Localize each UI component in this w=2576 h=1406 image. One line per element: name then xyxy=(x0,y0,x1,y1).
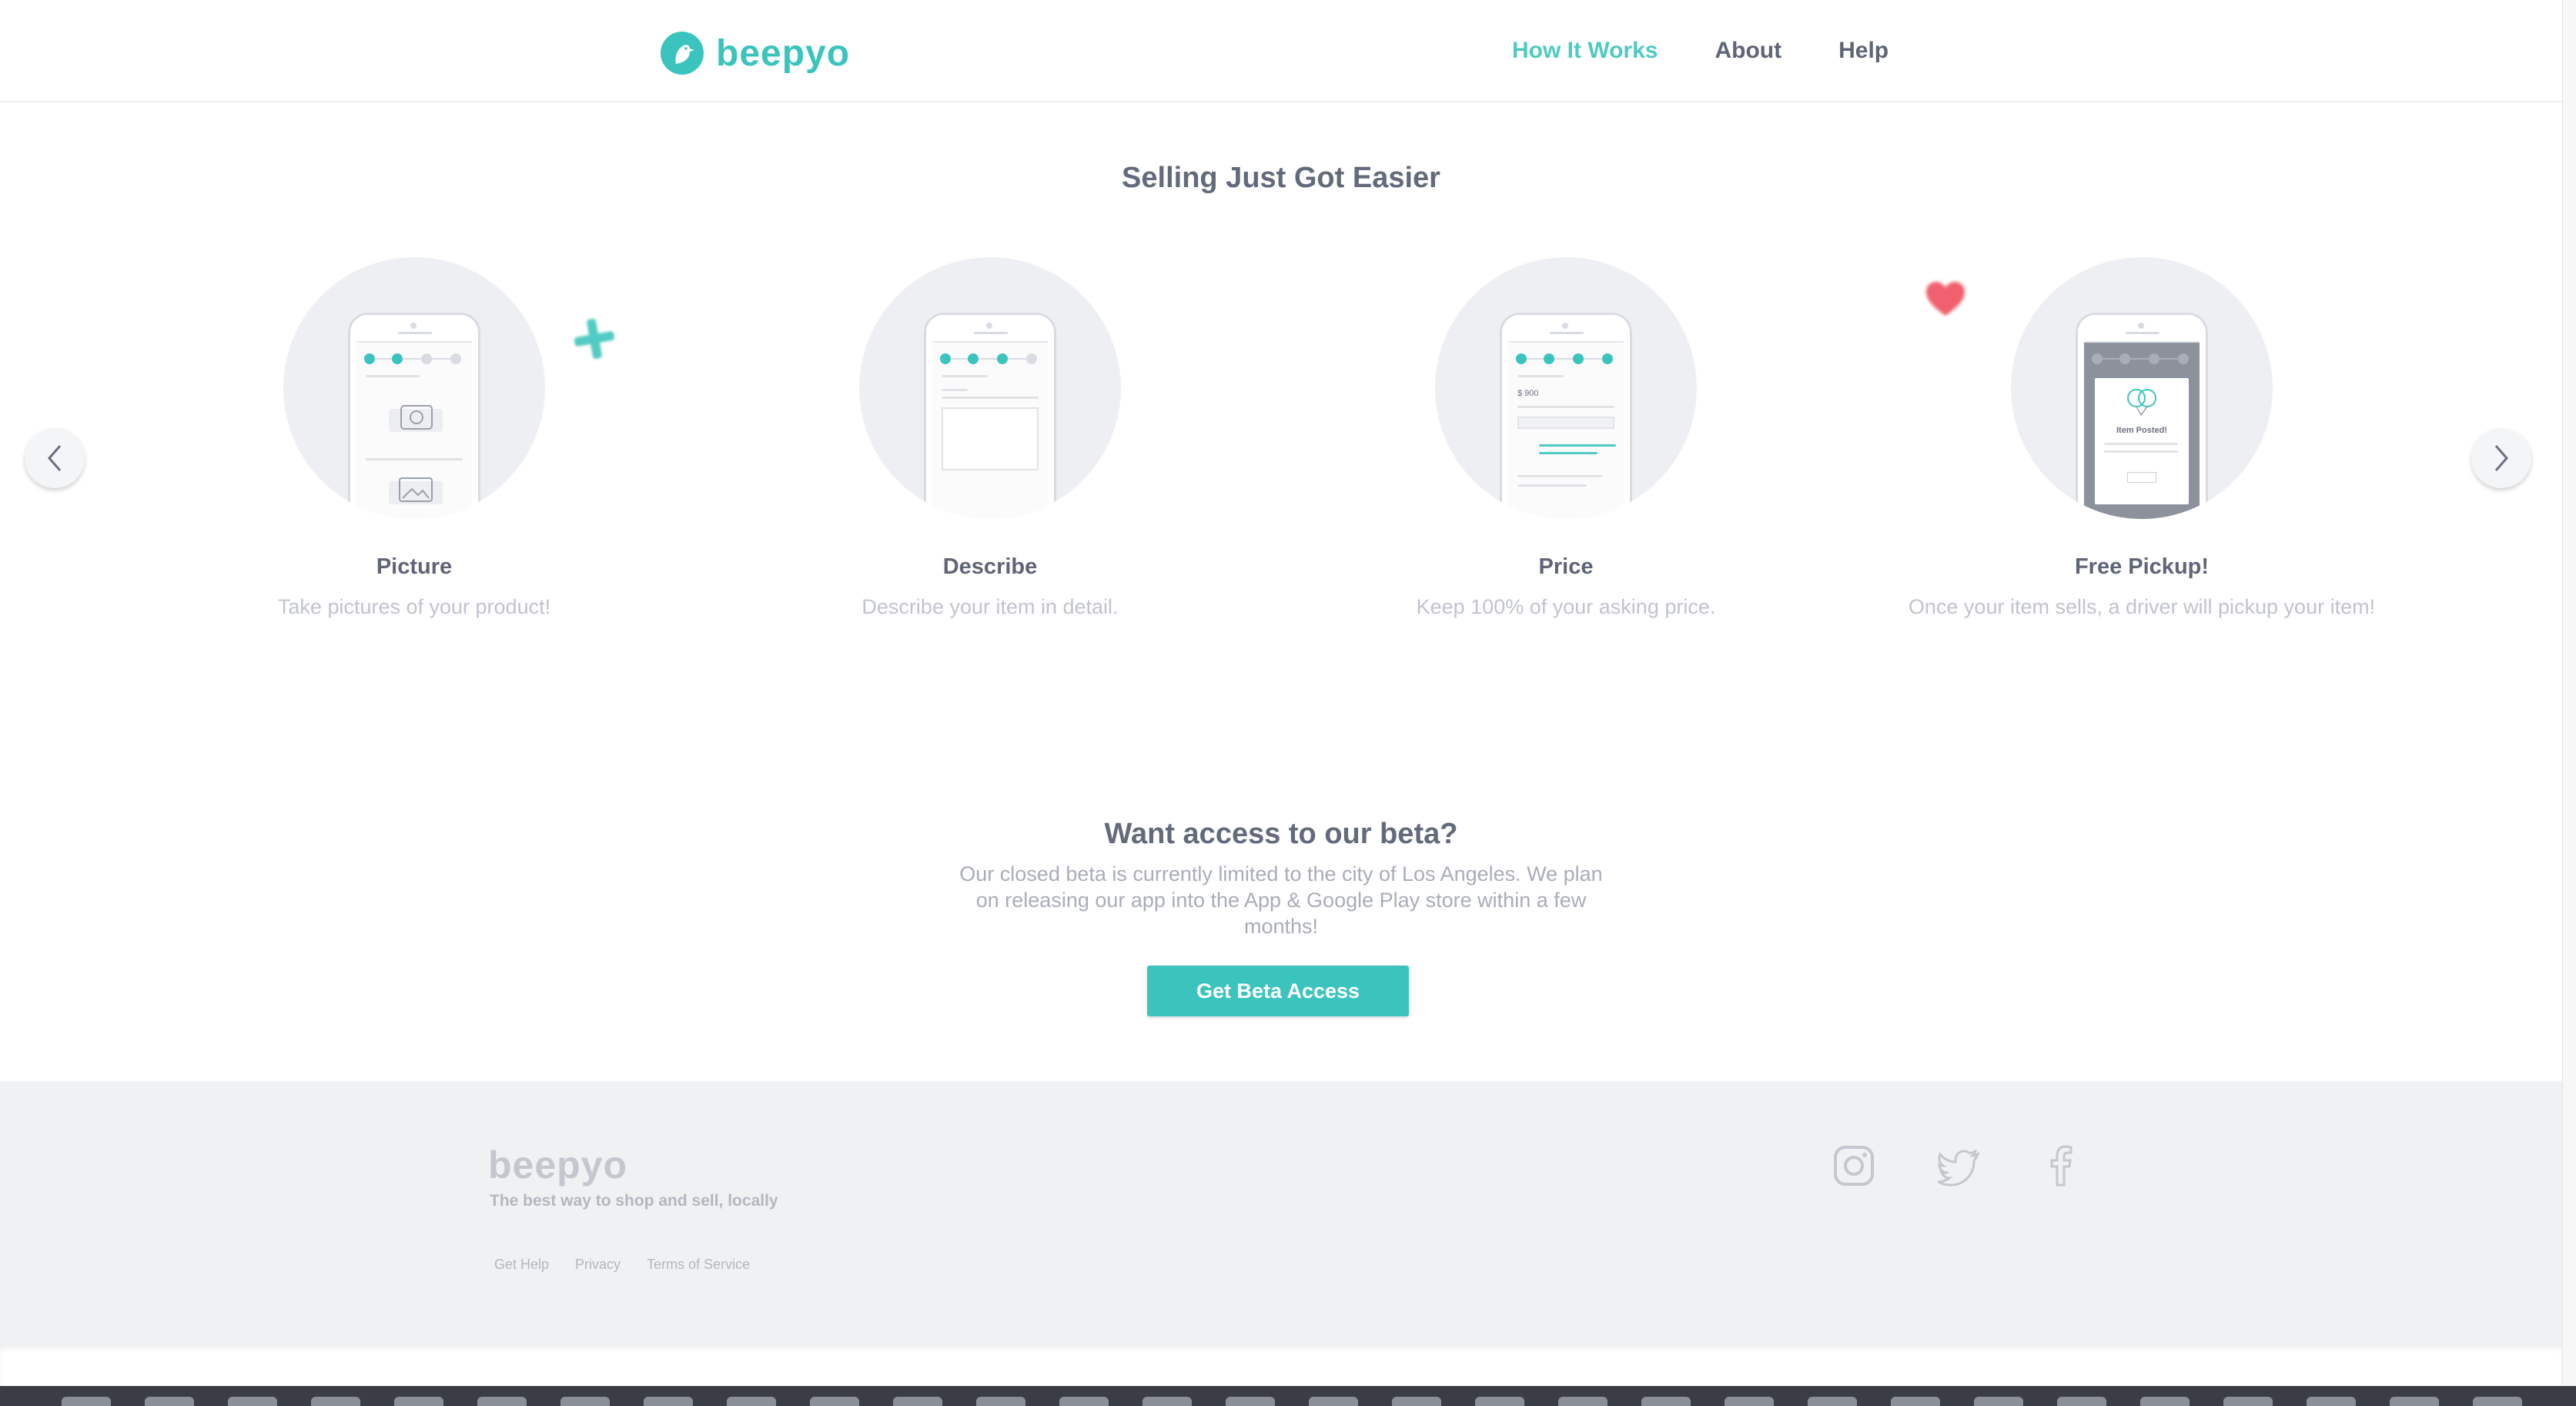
price-value: $ 900 xyxy=(1517,389,1539,398)
dock-app-icon[interactable] xyxy=(727,1397,776,1406)
site-footer: beepyo The best way to shop and sell, lo… xyxy=(0,1081,2562,1346)
dock-app-icon[interactable] xyxy=(2473,1397,2522,1406)
step-free-pickup: Item Posted! Free Pickup! Once your item… xyxy=(1872,257,2411,619)
beta-description: Our closed beta is currently limited to … xyxy=(959,862,1603,938)
phone-illustration xyxy=(283,257,545,519)
posted-card: Item Posted! xyxy=(2095,378,2189,504)
dock-app-icon[interactable] xyxy=(145,1397,194,1406)
dock-items xyxy=(62,1397,2522,1406)
footer-link-get-help[interactable]: Get Help xyxy=(494,1257,549,1273)
site-header: beepyo How It Works About Help xyxy=(0,0,2562,102)
phone-illustration xyxy=(859,257,1121,519)
phone-illustration: Item Posted! xyxy=(2011,257,2273,519)
os-dock xyxy=(0,1386,2576,1406)
twitter-link[interactable] xyxy=(1935,1141,1985,1190)
steps-carousel: Picture Take pictures of your product! D… xyxy=(0,257,2562,627)
dock-app-icon[interactable] xyxy=(810,1397,859,1406)
dock-app-icon[interactable] xyxy=(1475,1397,1524,1406)
dock-app-icon[interactable] xyxy=(311,1397,360,1406)
twitter-icon xyxy=(1938,1149,1980,1187)
facebook-icon xyxy=(2050,1145,2073,1187)
get-beta-access-button[interactable]: Get Beta Access xyxy=(1147,966,1409,1016)
step-title: Free Pickup! xyxy=(2074,554,2210,579)
nav-help[interactable]: Help xyxy=(1838,34,1889,68)
step-description: Once your item sells, a driver will pick… xyxy=(1908,595,2376,618)
dock-app-icon[interactable] xyxy=(560,1397,610,1406)
image-icon xyxy=(389,477,443,504)
beta-title: Want access to our beta? xyxy=(1104,818,1458,850)
step-description: Keep 100% of your asking price. xyxy=(1416,595,1716,618)
dock-app-icon[interactable] xyxy=(1891,1397,1940,1406)
dock-app-icon[interactable] xyxy=(2390,1397,2439,1406)
dock-app-icon[interactable] xyxy=(893,1397,942,1406)
dock-app-icon[interactable] xyxy=(2057,1397,2106,1406)
balloons-icon xyxy=(2127,389,2156,417)
dock-app-icon[interactable] xyxy=(1142,1397,1192,1406)
step-price: $ 900 Price Keep 100% of your asking pri… xyxy=(1296,257,1835,619)
logo[interactable]: beepyo xyxy=(661,29,850,77)
dock-app-icon[interactable] xyxy=(1641,1397,1691,1406)
dock-app-icon[interactable] xyxy=(1974,1397,2023,1406)
dock-app-icon[interactable] xyxy=(976,1397,1025,1406)
dock-app-icon[interactable] xyxy=(2140,1397,2190,1406)
facebook-link[interactable] xyxy=(2036,1141,2085,1190)
step-title: Price xyxy=(1538,554,1594,579)
instagram-icon xyxy=(1834,1146,1874,1186)
step-title: Describe xyxy=(942,554,1038,579)
step-description: Describe your item in detail. xyxy=(861,595,1119,618)
dock-app-icon[interactable] xyxy=(1059,1397,1109,1406)
bird-logo-icon xyxy=(661,32,704,75)
step-picture: Picture Take pictures of your product! xyxy=(145,257,684,619)
footer-link-privacy[interactable]: Privacy xyxy=(575,1257,621,1273)
dock-app-icon[interactable] xyxy=(2307,1397,2356,1406)
dock-app-icon[interactable] xyxy=(62,1397,111,1406)
main-nav: How It Works About Help xyxy=(1512,34,1889,68)
dock-app-icon[interactable] xyxy=(1725,1397,1774,1406)
footer-links: Get Help Privacy Terms of Service xyxy=(494,1257,750,1273)
dock-app-icon[interactable] xyxy=(1558,1397,1607,1406)
nav-how-it-works[interactable]: How It Works xyxy=(1512,34,1658,68)
dock-app-icon[interactable] xyxy=(2223,1397,2273,1406)
dock-app-icon[interactable] xyxy=(644,1397,693,1406)
step-title: Picture xyxy=(376,554,453,579)
nav-about[interactable]: About xyxy=(1715,34,1781,68)
vertical-scrollbar[interactable] xyxy=(2562,0,2576,1386)
camera-icon xyxy=(389,405,443,432)
footer-logo[interactable]: beepyo xyxy=(488,1143,627,1187)
step-describe: Describe Describe your item in detail. xyxy=(721,257,1260,619)
dock-app-icon[interactable] xyxy=(228,1397,277,1406)
footer-tagline: The best way to shop and sell, locally xyxy=(490,1192,778,1210)
page-bottom-strip xyxy=(0,1346,2562,1386)
page: beepyo How It Works About Help Selling J… xyxy=(0,0,2576,1406)
dock-app-icon[interactable] xyxy=(1226,1397,1275,1406)
dock-app-icon[interactable] xyxy=(1808,1397,1857,1406)
step-description: Take pictures of your product! xyxy=(277,595,551,618)
item-posted-text: Item Posted! xyxy=(2116,426,2167,435)
dock-app-icon[interactable] xyxy=(1392,1397,1441,1406)
phone-illustration: $ 900 xyxy=(1435,257,1697,519)
dock-app-icon[interactable] xyxy=(394,1397,443,1406)
footer-link-terms[interactable]: Terms of Service xyxy=(647,1257,750,1273)
dock-app-icon[interactable] xyxy=(477,1397,527,1406)
logo-text: beepyo xyxy=(716,32,851,74)
instagram-link[interactable] xyxy=(1829,1141,1878,1190)
dock-app-icon[interactable] xyxy=(1309,1397,1358,1406)
section-title: Selling Just Got Easier xyxy=(1122,162,1440,194)
